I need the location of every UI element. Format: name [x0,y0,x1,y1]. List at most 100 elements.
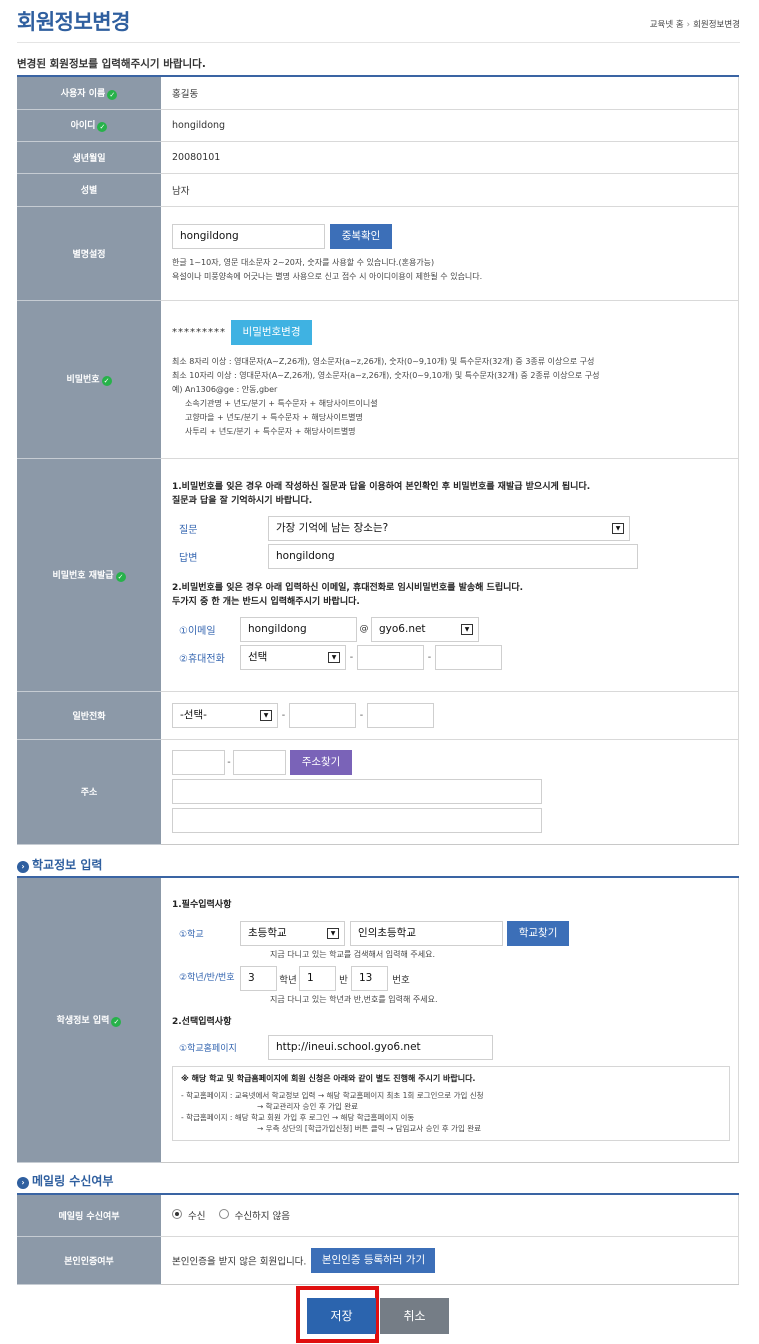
school-info-table: 학생정보 입력 ✓ 1.필수입력사항 ①학교 초등학교 ▼ 인의초등학교 학교찾기 지… [17,876,739,1163]
school-help: 지금 다니고 있는 학교를 검색해서 입력해 주세요. [270,950,435,960]
question-select[interactable]: 가장 기억에 남는 장소는? ▼ [268,515,630,541]
email-at-sign: @ [359,624,369,634]
reissue-text-2a: 2.비밀번호를 잊은 경우 아래 입력하신 이메일, 휴대전화로 임시비밀번호를… [172,582,524,593]
address-search-button[interactable]: 주소찾기 [290,750,353,775]
birth-value: 20080101 [161,141,739,174]
phone-middle-input[interactable] [289,702,356,728]
row-label-mailing: 메일링 수신여부 [17,1194,161,1237]
name-value: 홍길동 [161,76,739,110]
grade-help: 지금 다니고 있는 학년과 반,번호를 입력해 주세요. [270,995,438,1005]
check-icon: ✓ [115,571,126,582]
phone-prefix-select[interactable]: -선택- ▼ [172,702,278,728]
class-input[interactable]: 1 [299,966,336,992]
notice-line-4: → 우측 상단의 [학급가입신청] 버튼 클릭 → 담임교사 승인 후 가입 완… [257,1124,482,1134]
check-icon: ✓ [111,1016,122,1027]
password-tip-3: 사투리 + 년도/분기 + 특수문자 + 해당사이트별명 [185,426,356,436]
zipcode-input-2[interactable] [233,750,286,775]
auth-status-text: 본인인증을 받지 않은 회원입니다. [172,1256,307,1267]
school-name-input[interactable]: 인의초등학교 [350,921,504,947]
reissue-text-1a: 1.비밀번호를 잊은 경우 아래 작성하신 질문과 답을 이용하여 본인확인 후… [172,481,591,492]
email-id-input[interactable]: hongildong [240,616,357,642]
auth-register-button[interactable]: 본인인증 등록하러 가기 [311,1247,436,1273]
reissue-text-1b: 질문과 답을 잘 기억하시기 바랍니다. [172,495,313,506]
email-label: ①이메일 [179,625,216,637]
check-icon: ✓ [97,122,108,132]
dash: - [227,757,231,768]
homepage-input[interactable]: http://ineui.school.gyo6.net [268,1035,493,1061]
row-label-gender: 성별 [17,173,161,207]
change-password-button[interactable]: 비밀번호변경 [231,319,313,345]
email-domain-select[interactable]: gyo6.net ▼ [371,616,479,642]
homepage-label: ①학교홈페이지 [179,1044,237,1055]
check-icon: ✓ [107,89,118,100]
question-label: 질문 [179,524,198,536]
dash: - [281,709,286,721]
class-unit: 반 [339,974,348,986]
mobile-middle-input[interactable] [357,644,424,670]
password-example: 예) An1306@ge : 안동,gber [172,384,278,394]
chevron-down-icon: ▼ [612,522,624,534]
number-unit: 번호 [392,974,410,986]
mailing-yes-radio[interactable] [172,1208,182,1219]
reissue-text-2b: 두가지 중 한 개는 반드시 입력해주시기 바랍니다. [172,596,360,607]
school-type-select[interactable]: 초등학교 ▼ [240,921,345,947]
grade-input[interactable]: 3 [240,966,277,992]
row-label-birth: 생년월일 [17,141,161,174]
dash: - [359,709,364,721]
password-rule-2: 최소 10자리 이상 : 영대문자(A~Z,26개), 영소문자(a~z,26개… [172,370,600,380]
breadcrumb-home[interactable]: 교육넷 홈 [650,20,684,30]
cancel-button[interactable]: 취소 [380,1298,449,1334]
mobile-prefix-select[interactable]: 선택 ▼ [240,644,346,670]
password-tip-1: 소속기관명 + 년도/분기 + 특수문자 + 해당사이트이니셜 [185,398,378,408]
notice-line-3: - 학급홈페이지 : 해당 학교 회원 가입 후 로그인 → 해당 학급홈페이지… [181,1113,415,1123]
chevron-right-icon: › [17,861,29,873]
breadcrumb-current: 회원정보변경 [693,20,740,30]
notice-line-1: - 학교홈페이지 : 교육넷에서 학교정보 입력 → 해당 학교홈페이지 최초 … [181,1091,484,1101]
zipcode-input-1[interactable] [172,750,225,775]
address-line-2-input[interactable] [172,808,542,833]
chevron-right-icon: › [17,1177,29,1189]
mailing-no-radio[interactable] [218,1208,229,1219]
row-label-auth: 본인인증여부 [17,1236,161,1285]
row-label-phone: 일반전화 [17,691,161,740]
dash: - [349,651,354,663]
mobile-label: ②휴대전화 [179,653,225,665]
row-label-name: 사용자 이름 ✓ [17,76,161,110]
mobile-last-input[interactable] [435,644,502,670]
row-label-id: 아이디 ✓ [17,109,161,142]
notice-box: ※ 해당 학교 및 학급홈페이지에 회원 신청은 아래와 같이 별도 진행해 주… [172,1066,730,1142]
breadcrumb-separator: › [686,20,691,30]
chevron-down-icon: ▼ [327,928,339,940]
phone-last-input[interactable] [367,702,434,728]
nickname-help-2: 욕설이나 미풍양속에 어긋나는 별명 사용으로 신고 접수 시 아이디이용이 제… [172,272,483,281]
mailing-table: 메일링 수신여부 수신 수신하지 않음 본인인증여부 본인인증을 받지 않은 회… [17,1193,739,1285]
mailing-section-title: › 메일링 수신여부 [17,1172,113,1189]
number-input[interactable]: 13 [351,966,388,992]
answer-input[interactable]: hongildong [268,543,638,569]
school-search-button[interactable]: 학교찾기 [507,921,570,947]
save-button[interactable]: 저장 [307,1298,376,1334]
title-divider [17,42,740,43]
nickname-help-1: 한글 1~10자, 영문 대소문자 2~20자, 숫자를 사용할 수 있습니다.… [172,258,435,267]
breadcrumb: 교육넷 홈 › 회원정보변경 [650,18,740,30]
notice-line-2: → 학교관리자 승인 후 가입 완료 [257,1102,359,1112]
mailing-yes-label: 수신 [188,1211,206,1223]
optional-title: 2.선택입력사항 [172,1017,232,1028]
dash: - [427,651,432,663]
intro-text: 변경된 회원정보를 입력해주시기 바랍니다. [17,58,206,70]
address-line-1-input[interactable] [172,779,542,804]
duplicate-check-button[interactable]: 중복확인 [330,224,393,249]
row-label-student: 학생정보 입력 ✓ [17,877,161,1163]
gender-value: 남자 [161,173,739,207]
row-label-password: 비밀번호 ✓ [17,300,161,459]
grade-unit: 학년 [279,974,297,986]
grade-label: ②학년/반/번호 [179,973,235,984]
check-icon: ✓ [101,376,112,386]
chevron-down-icon: ▼ [461,623,473,635]
chevron-down-icon: ▼ [260,709,272,721]
school-section-title: › 학교정보 입력 [17,856,102,873]
member-info-table: 사용자 이름 ✓ 홍길동 아이디 ✓ hongildong 생년월일 2008010… [17,75,739,845]
nickname-input[interactable]: hongildong [172,224,325,249]
chevron-down-icon: ▼ [328,651,340,663]
row-label-address: 주소 [17,739,161,845]
